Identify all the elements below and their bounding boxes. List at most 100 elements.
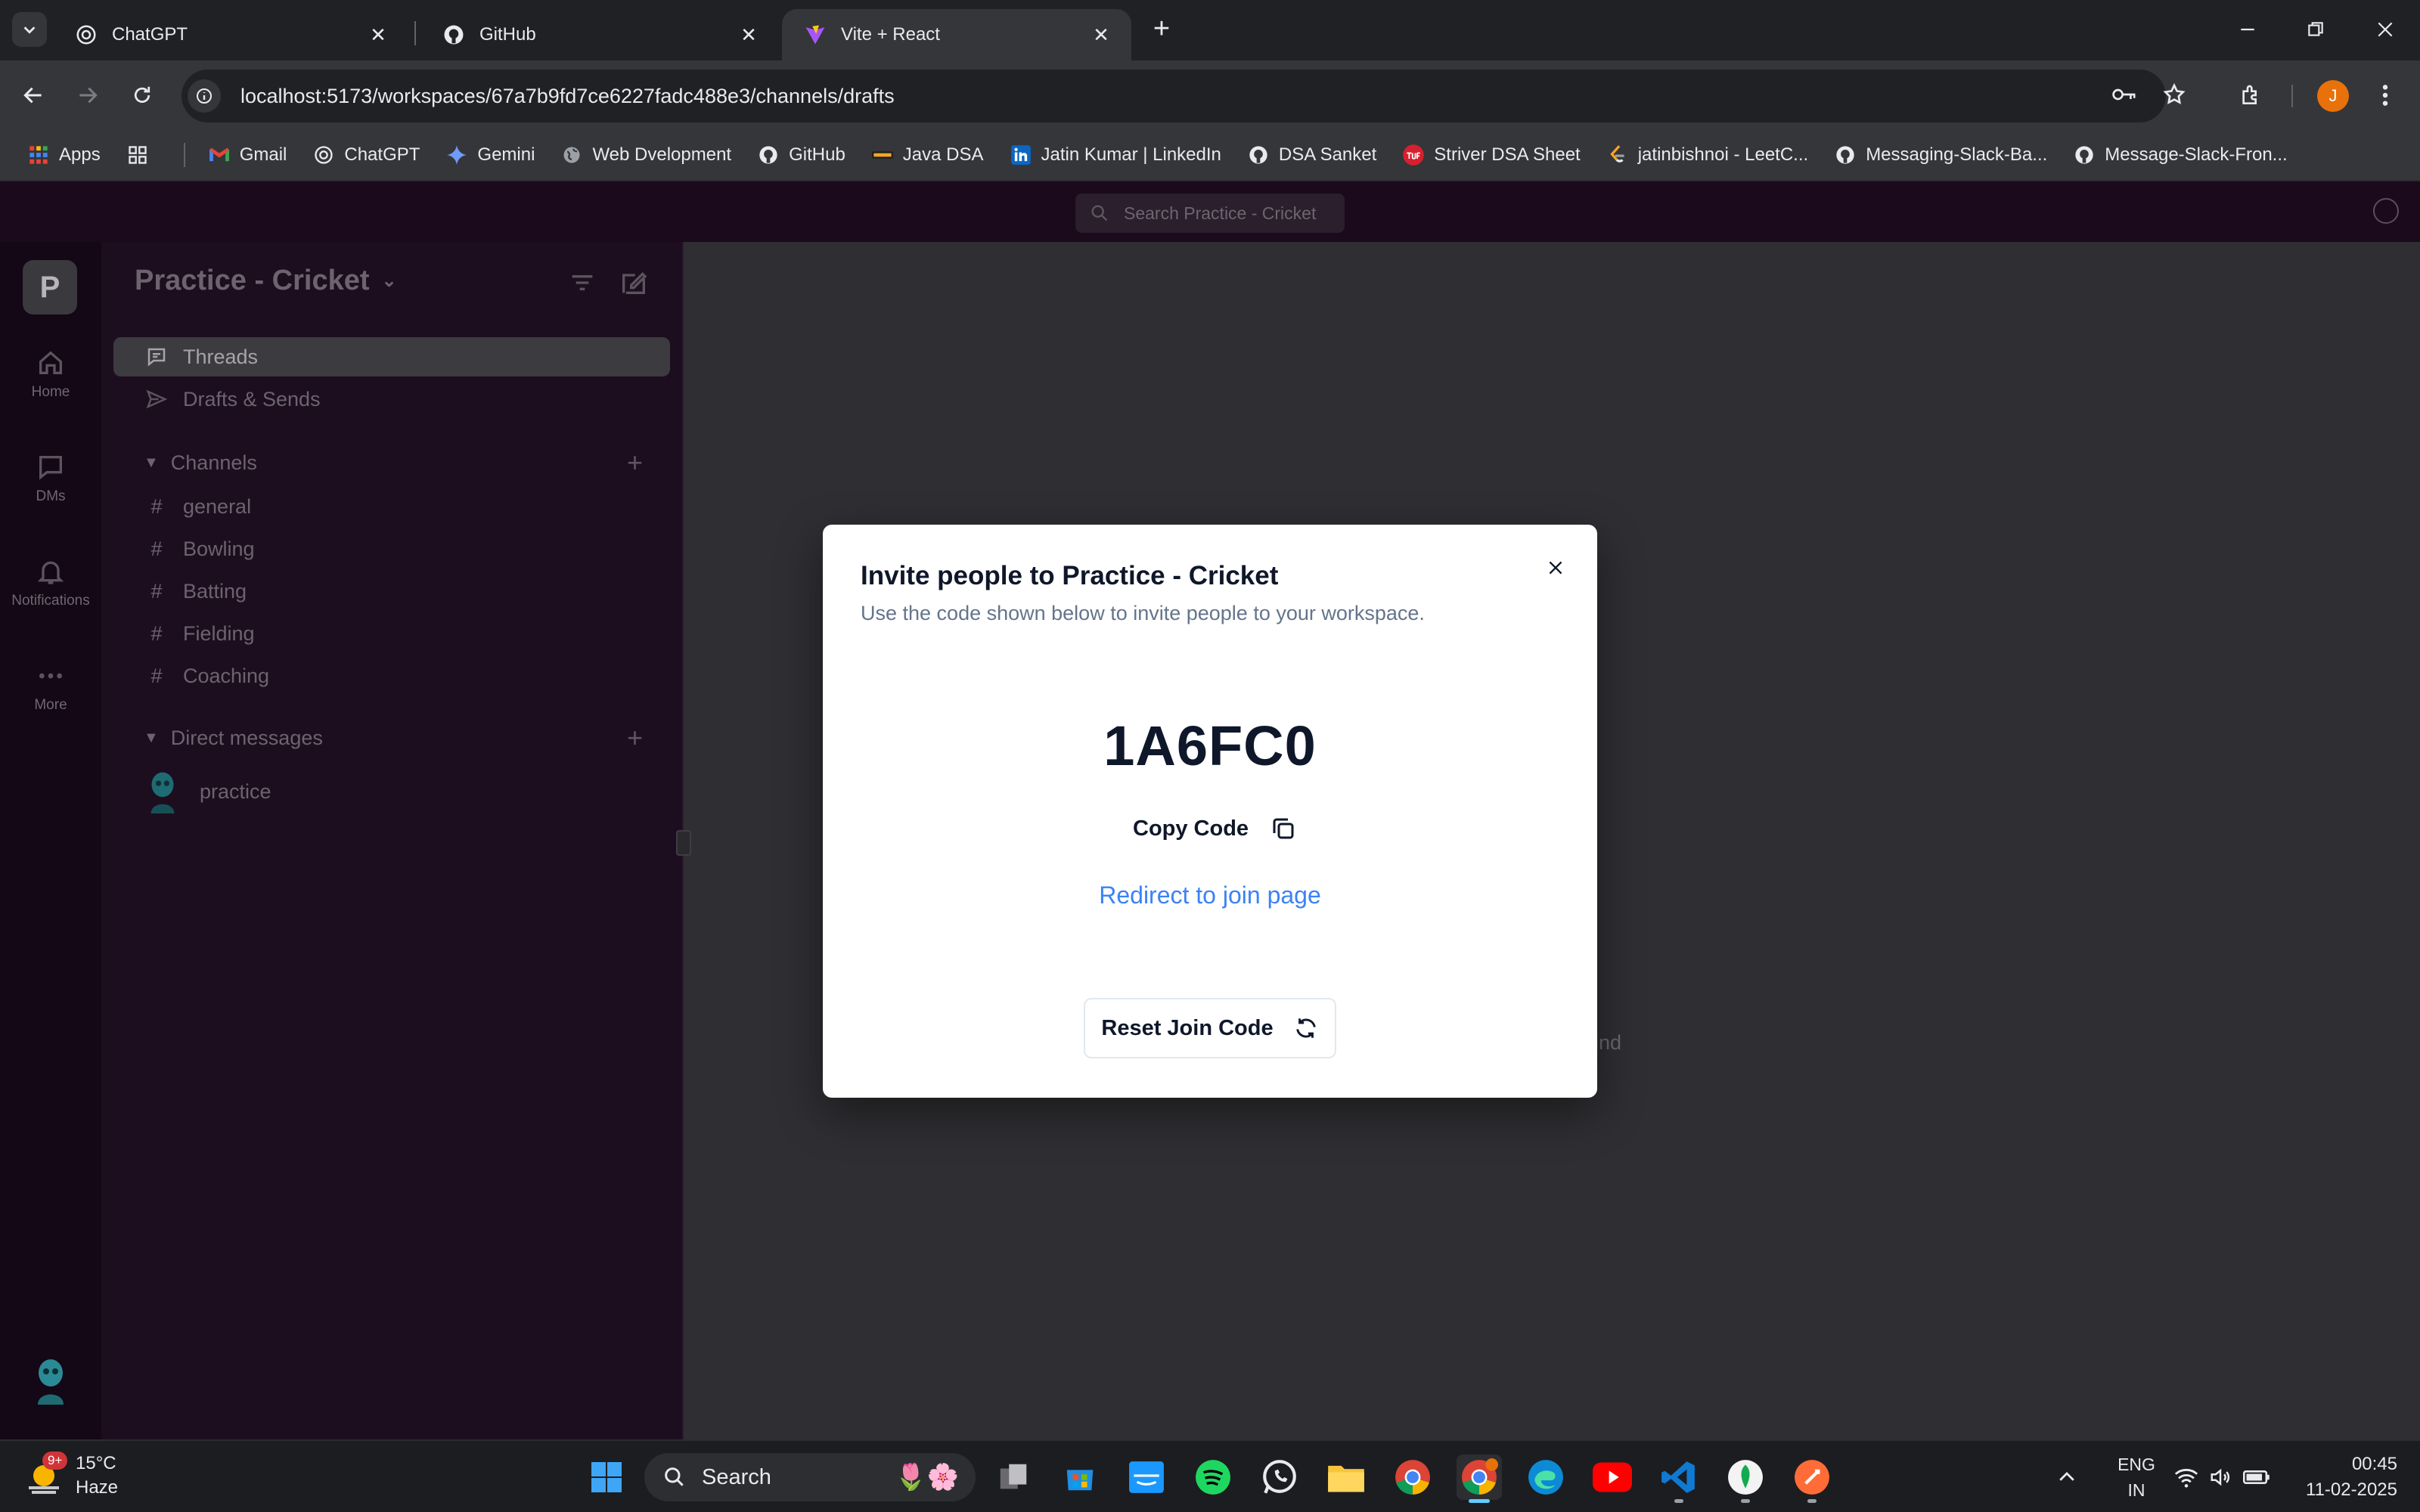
window-close-button[interactable] [2363, 11, 2408, 48]
chrome-icon [1395, 1460, 1430, 1495]
tray-overflow-button[interactable] [2055, 1441, 2078, 1512]
channel-item-fielding[interactable]: # Fielding [113, 614, 670, 653]
user-avatar[interactable] [30, 1356, 71, 1405]
rail-item-notifications[interactable]: Notifications [0, 556, 101, 609]
workspace-avatar[interactable]: P [23, 260, 77, 314]
taskbar-vscode[interactable] [1656, 1455, 1702, 1503]
workspace-search-input[interactable]: Search Practice - Cricket [1075, 194, 1345, 233]
bookmark-dsa-sanket[interactable]: DSA Sanket [1247, 144, 1376, 166]
taskbar-store[interactable] [1057, 1455, 1103, 1500]
sidebar-item-threads[interactable]: Threads [113, 337, 670, 376]
kebab-menu-icon[interactable] [2367, 77, 2403, 113]
running-indicator [1674, 1499, 1683, 1503]
taskbar-chrome-active[interactable] [1457, 1455, 1502, 1503]
close-icon[interactable]: ✕ [366, 23, 390, 47]
taskbar-chrome[interactable] [1390, 1455, 1435, 1500]
compose-icon[interactable] [619, 268, 649, 298]
taskbar-postman[interactable] [1789, 1455, 1835, 1503]
bookmark-linkedin[interactable]: Jatin Kumar | LinkedIn [1010, 144, 1221, 166]
site-info-icon[interactable] [188, 79, 221, 113]
redirect-join-page-link[interactable]: Redirect to join page [823, 881, 1597, 909]
bookmark-gemini[interactable]: Gemini [445, 144, 535, 166]
copy-code-label: Copy Code [1133, 816, 1249, 841]
system-clock[interactable]: 00:45 11-02-2025 [2291, 1452, 2397, 1503]
bookmark-striver-dsa-sheet[interactable]: Striver DSA Sheet [1402, 144, 1581, 166]
profile-avatar[interactable]: J [2317, 80, 2349, 112]
whatsapp-icon [1263, 1460, 1296, 1494]
workspace-name-dropdown[interactable]: Practice - Cricket ⌄ [135, 265, 397, 297]
taskbar: 9+ 15°C Haze Search 🌷🌸 ENG IN 00:45 11-0… [0, 1439, 2420, 1512]
tab-search-button[interactable] [12, 12, 47, 47]
bookmark-java-dsa[interactable]: Java DSA [871, 144, 984, 166]
back-button[interactable] [15, 77, 51, 113]
bell-icon [37, 561, 64, 584]
hash-icon: # [150, 664, 163, 687]
sidebar-item-drafts-sends[interactable]: Drafts & Sends [113, 380, 670, 419]
bookmark-messaging-slack-backend[interactable]: Messaging-Slack-Ba... [1834, 144, 2047, 166]
bookmark-apps[interactable]: Apps [27, 144, 101, 166]
info-icon[interactable] [2373, 198, 2399, 224]
taskbar-file-explorer[interactable] [1323, 1455, 1369, 1500]
tuf-icon [1402, 144, 1425, 166]
channel-item-general[interactable]: # general [113, 487, 670, 526]
taskbar-whatsapp[interactable] [1257, 1455, 1302, 1500]
taskbar-task-view[interactable] [991, 1455, 1036, 1500]
bookmarks-divider [183, 143, 185, 167]
add-channel-icon[interactable]: + [627, 447, 643, 479]
reset-join-code-button[interactable]: Reset Join Code [1084, 998, 1336, 1058]
weather-widget[interactable]: 9+ 15°C Haze [24, 1452, 118, 1500]
bookmark-github[interactable]: GitHub [757, 144, 845, 166]
channel-item-bowling[interactable]: # Bowling [113, 529, 670, 569]
sidebar-resize-handle[interactable] [676, 830, 691, 856]
bookmark-grid[interactable] [126, 144, 158, 166]
extensions-icon[interactable] [2232, 77, 2269, 113]
volume-icon[interactable] [2208, 1441, 2232, 1512]
bookmark-chatgpt[interactable]: ChatGPT [312, 144, 420, 166]
linkedin-icon [1010, 144, 1032, 166]
address-bar[interactable]: localhost:5173/workspaces/67a7b9fd7ce622… [182, 70, 2166, 122]
channel-item-batting[interactable]: # Batting [113, 572, 670, 611]
battery-icon[interactable] [2243, 1441, 2270, 1512]
bookmark-message-slack-frontend[interactable]: Message-Slack-Fron... [2073, 144, 2288, 166]
modal-close-button[interactable] [1537, 549, 1575, 587]
bookmark-gmail[interactable]: Gmail [208, 144, 287, 166]
url-text[interactable]: localhost:5173/workspaces/67a7b9fd7ce622… [240, 85, 895, 108]
restore-button[interactable] [2293, 11, 2338, 48]
github-icon [757, 144, 780, 166]
taskbar-mongodb-compass[interactable] [1723, 1455, 1768, 1503]
password-key-icon[interactable] [2107, 77, 2142, 112]
tab-github[interactable]: GitHub ✕ [420, 9, 779, 60]
tab-vite-react[interactable]: Vite + React ✕ [782, 9, 1131, 60]
reload-button[interactable] [124, 77, 160, 113]
dm-item-practice[interactable]: practice [113, 764, 670, 820]
taskbar-search[interactable]: Search 🌷🌸 [644, 1453, 976, 1501]
copy-code-button[interactable]: Copy Code [1124, 806, 1306, 851]
tab-divider [414, 21, 416, 45]
taskbar-spotify[interactable] [1190, 1455, 1236, 1500]
tab-chatgpt[interactable]: ChatGPT ✕ [53, 9, 408, 60]
tab-title: Vite + React [841, 24, 940, 45]
add-dm-icon[interactable]: + [627, 722, 643, 754]
filter-icon[interactable] [567, 268, 597, 298]
close-icon[interactable]: ✕ [737, 23, 761, 47]
language-indicator[interactable]: ENG IN [2110, 1452, 2163, 1503]
channels-section-header[interactable]: ▼ Channels + [113, 443, 670, 482]
close-icon[interactable]: ✕ [1089, 23, 1113, 47]
taskbar-edge[interactable] [1523, 1455, 1568, 1500]
rail-item-dms[interactable]: DMs [0, 452, 101, 505]
weather-temp: 15°C [76, 1453, 116, 1473]
bookmark-star-icon[interactable] [2157, 77, 2192, 112]
bookmark-leetcode[interactable]: jatinbishnoi - LeetC... [1606, 144, 1808, 166]
taskbar-youtube[interactable] [1590, 1455, 1635, 1500]
bookmark-web-dvelopment[interactable]: Web Dvelopment [560, 144, 731, 166]
wifi-icon[interactable] [2173, 1441, 2199, 1512]
minimize-button[interactable] [2225, 11, 2270, 48]
new-tab-button[interactable]: + [1146, 14, 1177, 47]
channel-item-coaching[interactable]: # Coaching [113, 656, 670, 696]
forward-button[interactable] [70, 77, 106, 113]
rail-item-more[interactable]: More [0, 661, 101, 714]
taskbar-prime-video[interactable] [1124, 1455, 1169, 1500]
dm-section-header[interactable]: ▼ Direct messages + [113, 718, 670, 758]
start-button[interactable] [584, 1455, 629, 1500]
rail-item-home[interactable]: Home [0, 348, 101, 401]
